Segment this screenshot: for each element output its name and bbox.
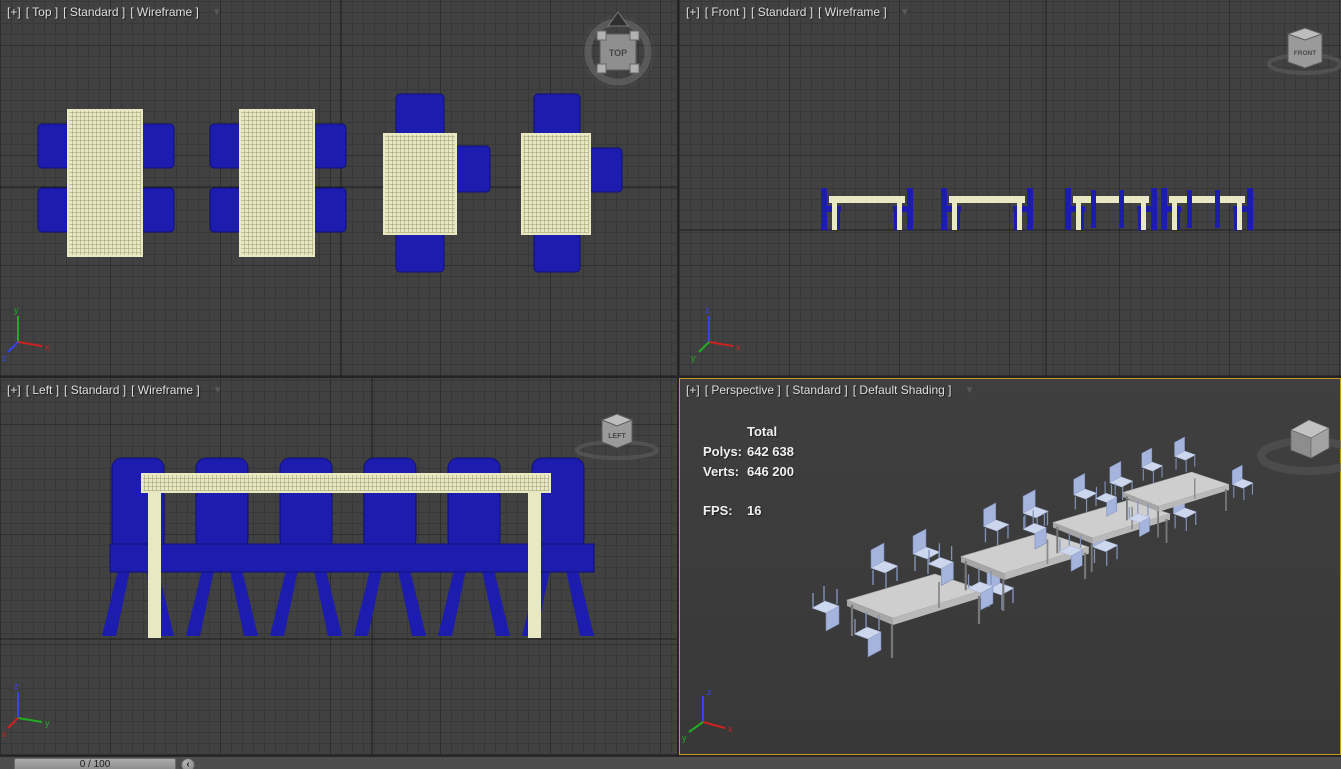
stats-polys-label: Polys: — [703, 444, 743, 459]
viewcube[interactable]: TOP — [581, 11, 655, 89]
viewport-shading-menu[interactable]: [ Wireframe ] — [818, 5, 887, 19]
table-set-3-front[interactable] — [1065, 188, 1157, 230]
svg-text:y: y — [45, 718, 50, 728]
viewport-pov-menu[interactable]: [ Top ] — [26, 5, 58, 19]
stats-fps-value: 16 — [747, 503, 762, 518]
viewport-general-menu[interactable]: [+] — [686, 383, 700, 397]
viewport-front-label-bar: [+] [ Front ] [ Standard ] [ Wireframe ]… — [686, 5, 910, 19]
svg-text:x: x — [728, 724, 733, 734]
viewport-render-preset-menu[interactable]: [ Standard ] — [751, 5, 813, 19]
viewport-top[interactable]: [+] [ Top ] [ Standard ] [ Wireframe ] ▼ — [0, 0, 677, 376]
viewport-shading-menu[interactable]: [ Wireframe ] — [130, 5, 199, 19]
viewport-render-preset-menu[interactable]: [ Standard ] — [63, 5, 125, 19]
stats-polys-value: 642 638 — [747, 444, 794, 459]
svg-text:z: z — [707, 687, 712, 697]
table-set-2-front[interactable] — [941, 188, 1033, 230]
stats-fps-label: FPS: — [703, 503, 733, 518]
viewport-render-preset-menu[interactable]: [ Standard ] — [786, 383, 848, 397]
3d-application-viewport-area: [+] [ Top ] [ Standard ] [ Wireframe ] ▼ — [0, 0, 1341, 769]
time-slider-track[interactable]: 0 / 100 ‹ — [0, 756, 1341, 769]
axis-tripod: z y x — [2, 681, 50, 739]
left-viewport-canvas[interactable]: LEFT z y x — [0, 378, 677, 755]
stats-verts-label: Verts: — [703, 464, 740, 479]
top-viewport-canvas[interactable]: TOP y x z — [0, 0, 677, 376]
viewcube[interactable] — [1257, 419, 1341, 475]
viewport-shading-menu[interactable]: [ Wireframe ] — [131, 383, 200, 397]
svg-text:y: y — [682, 733, 687, 743]
viewport-render-preset-menu[interactable]: [ Standard ] — [64, 383, 126, 397]
viewport-front[interactable]: [+] [ Front ] [ Standard ] [ Wireframe ]… — [679, 0, 1341, 376]
viewcube-face-label[interactable]: FRONT — [1294, 50, 1316, 57]
viewcube[interactable]: FRONT — [1267, 27, 1341, 75]
svg-text:x: x — [45, 342, 50, 352]
viewport-pov-menu[interactable]: [ Front ] — [705, 5, 746, 19]
stats-total-label: Total — [747, 424, 778, 439]
table-set-4-top[interactable] — [521, 93, 623, 273]
svg-text:x: x — [736, 342, 741, 352]
compass-north-icon[interactable] — [607, 11, 629, 27]
dropdown-arrow-icon[interactable]: ▼ — [900, 7, 910, 18]
svg-text:z: z — [705, 305, 710, 315]
svg-text:z: z — [14, 681, 19, 691]
viewport-pov-menu[interactable]: [ Left ] — [26, 383, 59, 397]
dropdown-arrow-icon[interactable]: ▼ — [213, 385, 223, 396]
viewport-statistics: Total Polys: 642 638 Verts: 646 200 FPS: 16 — [703, 422, 794, 521]
viewport-top-label-bar: [+] [ Top ] [ Standard ] [ Wireframe ] ▼ — [7, 5, 222, 19]
front-viewport-canvas[interactable]: FRONT z x y — [679, 0, 1341, 376]
svg-text:y: y — [14, 305, 19, 315]
svg-text:z: z — [2, 353, 7, 363]
viewcube[interactable]: LEFT — [575, 413, 659, 460]
viewcube-face-label[interactable]: TOP — [609, 48, 627, 58]
axis-tripod: y x z — [2, 305, 50, 363]
svg-text:x: x — [2, 729, 7, 739]
time-slider-arrow-button[interactable]: ‹ — [181, 758, 195, 769]
viewport-general-menu[interactable]: [+] — [7, 383, 21, 397]
axis-tripod: z x y — [691, 305, 741, 363]
viewport-pov-menu[interactable]: [ Perspective ] — [705, 383, 781, 397]
viewport-general-menu[interactable]: [+] — [7, 5, 21, 19]
viewport-shading-menu[interactable]: [ Default Shading ] — [853, 383, 952, 397]
table-set-1-top[interactable] — [37, 109, 175, 257]
viewport-left-label-bar: [+] [ Left ] [ Standard ] [ Wireframe ] … — [7, 383, 223, 397]
table-set-2-top[interactable] — [209, 109, 347, 257]
dropdown-arrow-icon[interactable]: ▼ — [212, 7, 222, 18]
viewport-general-menu[interactable]: [+] — [686, 5, 700, 19]
table-set-3-top[interactable] — [383, 93, 491, 273]
svg-text:y: y — [691, 353, 696, 363]
viewcube-face-label[interactable]: LEFT — [608, 433, 626, 440]
viewport-perspective-label-bar: [+] [ Perspective ] [ Standard ] [ Defau… — [686, 383, 974, 397]
time-slider-handle[interactable]: 0 / 100 — [14, 758, 176, 769]
table-set-4-front[interactable] — [1161, 188, 1253, 230]
table-set-left-wireframe[interactable] — [101, 457, 595, 638]
axis-tripod: z x y — [682, 687, 733, 743]
viewport-perspective-active[interactable]: [+] [ Perspective ] [ Standard ] [ Defau… — [679, 378, 1341, 755]
table-set-1-front[interactable] — [821, 188, 913, 230]
dropdown-arrow-icon[interactable]: ▼ — [965, 385, 975, 396]
stats-verts-value: 646 200 — [747, 464, 794, 479]
viewport-left[interactable]: [+] [ Left ] [ Standard ] [ Wireframe ] … — [0, 378, 677, 755]
